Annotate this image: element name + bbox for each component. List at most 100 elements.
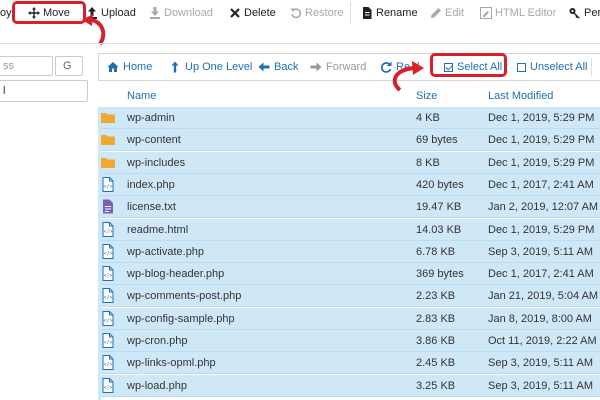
- folder-icon: [101, 135, 115, 146]
- restore-button[interactable]: Restore: [290, 5, 344, 21]
- file-size: 6.78 KB: [416, 245, 456, 258]
- file-list-table: Name Size Last Modified wp-admin 4 KB Dec …: [98, 85, 600, 400]
- path-search-input[interactable]: ss: [0, 56, 53, 76]
- key-icon: [569, 8, 580, 19]
- select-all-highlight-box: [430, 53, 507, 77]
- file-name: wp-config-sample.php: [127, 312, 235, 325]
- unselect-all-button[interactable]: Unselect All: [517, 60, 587, 74]
- copy-label-partial: oy: [0, 7, 12, 19]
- table-row[interactable]: </> wp-links-opml.php 2.45 KB Sep 3, 2019, …: [98, 352, 600, 375]
- file-name: license.txt: [127, 201, 176, 214]
- table-row[interactable]: wp-content 69 bytes Dec 1, 2019, 5:29 PM: [98, 129, 600, 152]
- table-header: Name Size Last Modified: [98, 85, 600, 107]
- directory-tree-panel: ss G l: [0, 44, 91, 400]
- code-file-icon: </>: [102, 243, 114, 259]
- file-last-modified: Sep 3, 2019, 5:11 AM: [488, 357, 593, 370]
- table-row[interactable]: </> wp-comments-post.php 2.23 KB Jan 21, 20…: [98, 285, 600, 308]
- column-header-name[interactable]: Name: [127, 90, 156, 102]
- empty-box-icon: [517, 62, 526, 72]
- file-name: wp-cron.php: [127, 335, 188, 347]
- file-size: 420 bytes: [416, 178, 464, 191]
- up-one-level-button[interactable]: Up One Level: [169, 60, 252, 74]
- table-row[interactable]: </> index.php 420 bytes Dec 1, 2017, 2:41 A…: [98, 173, 600, 196]
- table-row[interactable]: </> wp-blog-header.php 369 bytes Dec 1, 201…: [98, 263, 600, 286]
- download-label: Download: [164, 7, 213, 19]
- navigation-bar: Home Up One Level Back Forward Re l Sele…: [98, 53, 600, 81]
- file-size: 2.83 KB: [416, 312, 456, 325]
- svg-text:</>: </>: [103, 273, 112, 279]
- svg-text:</>: </>: [103, 385, 112, 391]
- edit-button[interactable]: Edit: [430, 5, 464, 21]
- download-button[interactable]: Download: [149, 5, 213, 21]
- table-row[interactable]: </> readme.html 14.03 KB Dec 1, 2019, 5:29 …: [98, 218, 600, 241]
- svg-text:</>: </>: [103, 251, 112, 257]
- folder-icon: [101, 113, 115, 123]
- home-label: Home: [123, 61, 153, 73]
- column-header-size[interactable]: Size: [416, 90, 437, 102]
- table-row[interactable]: license.txt 19.47 KB Jan 2, 2019, 12:07 AM: [98, 196, 600, 219]
- code-file-icon: </>: [102, 310, 114, 326]
- table-row[interactable]: </> wp-cron.php 3.86 KB Oct 11, 2019, 2:22 …: [98, 330, 600, 352]
- table-row[interactable]: wp-includes 8 KB Dec 1, 2019, 5:29 PM: [98, 151, 600, 174]
- table-row[interactable]: </> wp-config-sample.php 2.83 KB Jan 8, 201…: [98, 307, 600, 330]
- text-file-icon: [103, 199, 113, 214]
- code-file-icon: </>: [102, 176, 114, 192]
- file-name: wp-comments-post.php: [127, 290, 242, 303]
- arrow-left-icon: [258, 62, 270, 72]
- copy-button-partial[interactable]: oy: [0, 5, 12, 21]
- delete-x-icon: [230, 8, 240, 18]
- file-name: index.php: [127, 178, 175, 191]
- column-header-last-modified[interactable]: Last Modified: [488, 90, 553, 102]
- delete-button[interactable]: Delete: [229, 5, 276, 21]
- file-last-modified: Dec 1, 2017, 2:41 AM: [488, 268, 594, 281]
- file-last-modified: Jan 21, 2019, 5:04 AM: [488, 290, 599, 303]
- code-file-icon: </>: [102, 377, 114, 393]
- table-row[interactable]: wp-admin 4 KB Dec 1, 2019, 5:29 PM: [98, 107, 600, 129]
- delete-label: Delete: [244, 7, 276, 19]
- level-up-icon: [171, 61, 179, 73]
- file-size: 4 KB: [416, 112, 440, 124]
- nav-divider: [591, 58, 592, 76]
- file-name: wp-admin: [127, 112, 175, 124]
- file-last-modified: Jan 2, 2019, 12:07 AM: [488, 201, 599, 214]
- file-size: 8 KB: [416, 156, 440, 169]
- file-last-modified: Sep 3, 2019, 5:11 AM: [488, 245, 593, 258]
- file-size: 2.45 KB: [416, 357, 456, 370]
- download-icon: [150, 7, 160, 19]
- svg-text:</>: </>: [103, 318, 112, 324]
- code-file-icon: </>: [102, 355, 114, 371]
- file-name: wp-blog-header.php: [127, 268, 225, 281]
- pencil-icon: [431, 8, 441, 18]
- svg-text:</>: </>: [103, 295, 112, 301]
- permissions-button[interactable]: Per: [569, 5, 600, 21]
- file-name: wp-activate.php: [127, 245, 205, 258]
- file-size: 2.23 KB: [416, 290, 456, 303]
- forward-label: Forward: [326, 61, 367, 73]
- file-size: 3.25 KB: [416, 379, 456, 392]
- svg-text:</>: </>: [103, 340, 112, 346]
- file-size: 69 bytes: [416, 134, 458, 147]
- file-name: readme.html: [127, 223, 189, 236]
- arrow-right-icon: [310, 62, 322, 72]
- folder-icon: [101, 157, 115, 168]
- home-icon: [107, 62, 119, 72]
- html-editor-button[interactable]: HTML Editor: [480, 5, 556, 21]
- forward-button[interactable]: Forward: [310, 60, 366, 74]
- html-editor-icon: [480, 7, 492, 19]
- path-go-button[interactable]: G: [55, 56, 83, 76]
- file-size: 14.03 KB: [416, 223, 462, 236]
- toolbar-divider: [350, 2, 351, 24]
- unselect-all-label: Unselect All: [530, 61, 588, 73]
- table-row[interactable]: </> wp-load.php 3.25 KB Sep 3, 2019, 5:11 A…: [98, 374, 600, 397]
- file-name: wp-links-opml.php: [127, 357, 216, 370]
- file-last-modified: Dec 1, 2019, 5:29 PM: [488, 134, 595, 147]
- home-button[interactable]: Home: [107, 60, 152, 74]
- file-size: 369 bytes: [416, 268, 464, 281]
- permissions-label-partial: Per: [584, 7, 600, 19]
- back-button[interactable]: Back: [258, 60, 298, 74]
- rename-button[interactable]: Rename: [361, 5, 418, 21]
- file-last-modified: Sep 3, 2019, 5:11 AM: [488, 379, 593, 392]
- svg-text:</>: </>: [103, 362, 112, 368]
- table-row[interactable]: </> wp-activate.php 6.78 KB Sep 3, 2019, 5:…: [98, 240, 600, 263]
- tree-item-partial[interactable]: l: [0, 80, 88, 102]
